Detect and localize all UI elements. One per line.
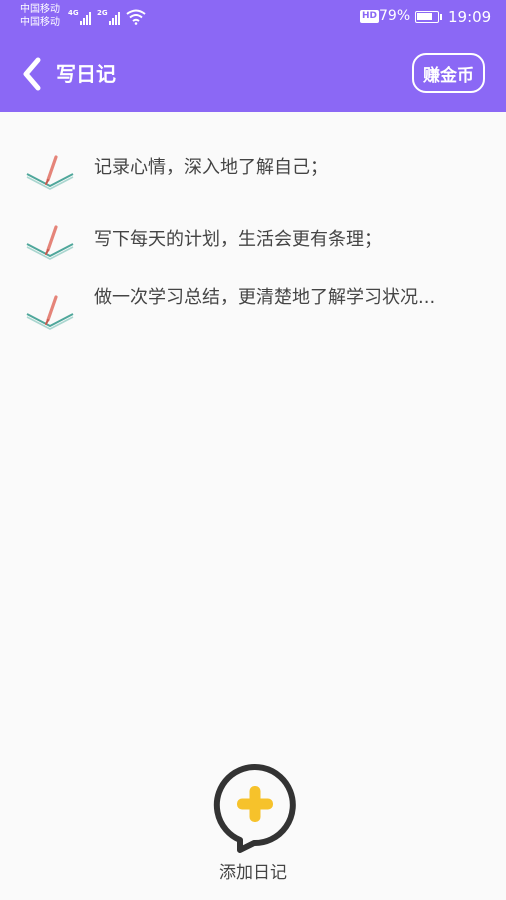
add-speech-bubble-icon (213, 764, 296, 853)
tip-text: 做一次学习总结，更清楚地了解学习状况... (94, 287, 436, 308)
carrier-1: 中国移动 (20, 4, 60, 15)
signal-bars-icon (79, 11, 92, 25)
page-title: 写日记 (56, 62, 116, 86)
battery-percent: 79% (379, 8, 411, 24)
add-diary-label[interactable]: 添加日记 (0, 858, 506, 883)
signal-1: 4G (68, 9, 92, 25)
notebook-pencil-icon (26, 225, 74, 260)
status-bar: 中国移动 中国移动 4G 2G HD 79% 19:09 (0, 0, 506, 34)
app-header: 中国移动 中国移动 4G 2G HD 79% 19:09 写日记 赚金币 (0, 0, 506, 112)
wifi-icon (126, 9, 146, 25)
status-time: 19:09 (448, 8, 492, 26)
notebook-pencil-icon (26, 295, 74, 330)
carrier-labels: 中国移动 中国移动 (20, 3, 60, 29)
signal-bars-icon (108, 11, 121, 25)
network-type-2: 2G (97, 9, 108, 17)
network-type-1: 4G (68, 9, 79, 17)
chevron-left-icon (23, 57, 41, 91)
back-button[interactable] (18, 56, 46, 92)
tip-text: 写下每天的计划，生活会更有条理； (94, 229, 382, 250)
notebook-pencil-icon (26, 155, 74, 190)
tip-text: 记录心情，深入地了解自己； (94, 157, 328, 178)
battery-icon (415, 11, 439, 23)
add-diary-button[interactable] (210, 762, 298, 854)
battery-level (417, 13, 432, 20)
carrier-2: 中国移动 (20, 17, 60, 28)
signal-2: 2G (97, 9, 121, 25)
battery-tip (440, 14, 442, 20)
earn-coins-button[interactable]: 赚金币 (412, 53, 485, 93)
hd-badge: HD (360, 10, 380, 23)
